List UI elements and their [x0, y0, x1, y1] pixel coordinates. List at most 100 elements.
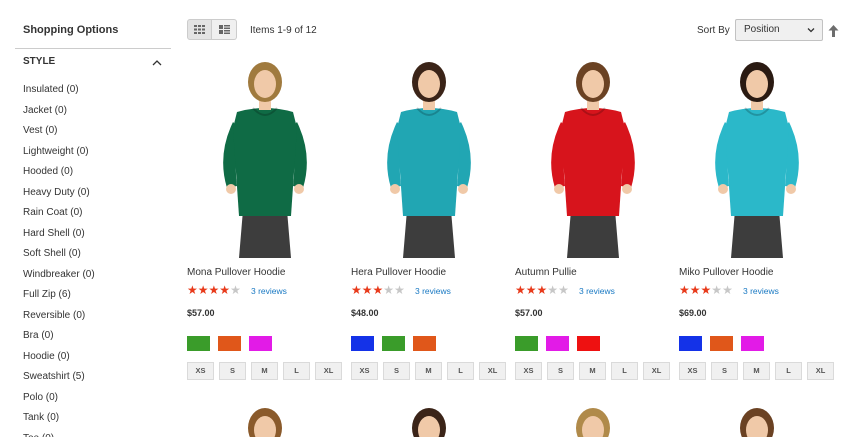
- product-image[interactable]: [515, 402, 671, 437]
- product-image[interactable]: [351, 402, 507, 437]
- style-filter-item[interactable]: Tee (0): [23, 433, 95, 437]
- reviews-link[interactable]: 3 reviews: [579, 286, 615, 296]
- style-filter-item[interactable]: Hooded (0): [23, 166, 95, 187]
- list-view-button[interactable]: [212, 19, 237, 40]
- size-swatches: XS S M L XL: [515, 362, 670, 380]
- size-swatch[interactable]: S: [383, 362, 410, 380]
- color-swatch[interactable]: [351, 336, 374, 351]
- sidebar: Shopping Options STYLE Insulated (0) Jack…: [0, 0, 171, 437]
- size-swatch[interactable]: XL: [315, 362, 342, 380]
- product-name-link[interactable]: Hera Pullover Hoodie: [351, 267, 446, 278]
- style-filter-item[interactable]: Sweatshirt (5): [23, 371, 95, 392]
- star-icon: ★: [219, 283, 231, 297]
- sidebar-divider: [15, 48, 171, 49]
- color-swatches: [679, 336, 764, 351]
- star-icon: ★: [230, 283, 241, 297]
- style-filter-item[interactable]: Lightweight (0): [23, 146, 95, 167]
- sort-by-select[interactable]: Position: [735, 19, 823, 41]
- reviews-link[interactable]: 3 reviews: [251, 286, 287, 296]
- size-swatch[interactable]: M: [743, 362, 770, 380]
- style-filter-item[interactable]: Jacket (0): [23, 105, 95, 126]
- star-icon: ★: [547, 283, 559, 297]
- size-swatch[interactable]: M: [251, 362, 278, 380]
- size-swatch[interactable]: XL: [643, 362, 670, 380]
- grid-view-button[interactable]: [187, 19, 212, 40]
- style-filter-header[interactable]: STYLE: [23, 56, 163, 70]
- color-swatch[interactable]: [679, 336, 702, 351]
- size-swatch[interactable]: L: [611, 362, 638, 380]
- size-swatch[interactable]: L: [447, 362, 474, 380]
- star-icon: ★: [383, 283, 395, 297]
- size-swatch[interactable]: XS: [351, 362, 378, 380]
- color-swatches: [515, 336, 600, 351]
- chevron-up-icon: [152, 60, 162, 66]
- rating-stars: ★ ★ ★ ★ ★: [351, 284, 405, 296]
- color-swatch[interactable]: [577, 336, 600, 351]
- style-filter-item[interactable]: Soft Shell (0): [23, 248, 95, 269]
- style-filter-item[interactable]: Vest (0): [23, 125, 95, 146]
- star-icon: ★: [372, 283, 384, 297]
- color-swatch[interactable]: [741, 336, 764, 351]
- product-image[interactable]: [351, 60, 507, 258]
- product-image[interactable]: [515, 60, 671, 258]
- style-filter-item[interactable]: Reversible (0): [23, 310, 95, 331]
- reviews-link[interactable]: 3 reviews: [415, 286, 451, 296]
- color-swatch[interactable]: [382, 336, 405, 351]
- style-filter-item[interactable]: Hoodie (0): [23, 351, 95, 372]
- star-icon: ★: [722, 283, 733, 297]
- size-swatch[interactable]: XL: [479, 362, 506, 380]
- product-image[interactable]: [679, 60, 835, 258]
- star-icon: ★: [525, 283, 537, 297]
- style-filter-item[interactable]: Tank (0): [23, 412, 95, 433]
- product-price: $57.00: [515, 308, 543, 318]
- reviews-link[interactable]: 3 reviews: [743, 286, 779, 296]
- color-swatch[interactable]: [187, 336, 210, 351]
- product-image[interactable]: [679, 402, 835, 437]
- star-icon: ★: [515, 283, 526, 297]
- style-filter-item[interactable]: Rain Coat (0): [23, 207, 95, 228]
- style-filter-item[interactable]: Windbreaker (0): [23, 269, 95, 290]
- rating-stars: ★ ★ ★ ★ ★: [515, 284, 569, 296]
- style-filter-item[interactable]: Full Zip (6): [23, 289, 95, 310]
- style-filter-item[interactable]: Polo (0): [23, 392, 95, 413]
- size-swatch[interactable]: S: [547, 362, 574, 380]
- color-swatch[interactable]: [413, 336, 436, 351]
- color-swatch[interactable]: [218, 336, 241, 351]
- sort-by-value: Position: [744, 24, 780, 35]
- product-image[interactable]: [187, 402, 343, 437]
- size-swatches: XS S M L XL: [187, 362, 342, 380]
- star-icon: ★: [394, 283, 405, 297]
- style-filter-item[interactable]: Heavy Duty (0): [23, 187, 95, 208]
- style-filter-item[interactable]: Hard Shell (0): [23, 228, 95, 249]
- size-swatches: XS S M L XL: [351, 362, 506, 380]
- color-swatch[interactable]: [546, 336, 569, 351]
- sort-direction-arrow-icon[interactable]: [828, 25, 839, 37]
- style-filter-item[interactable]: Insulated (0): [23, 84, 95, 105]
- product-name-link[interactable]: Autumn Pullie: [515, 267, 577, 278]
- star-icon: ★: [700, 283, 712, 297]
- grid-icon: [194, 25, 205, 34]
- size-swatch[interactable]: L: [775, 362, 802, 380]
- size-swatch[interactable]: XS: [515, 362, 542, 380]
- color-swatch[interactable]: [249, 336, 272, 351]
- product-image[interactable]: [187, 60, 343, 258]
- size-swatch[interactable]: S: [219, 362, 246, 380]
- color-swatch[interactable]: [710, 336, 733, 351]
- style-filter-item[interactable]: Bra (0): [23, 330, 95, 351]
- star-icon: ★: [536, 283, 548, 297]
- size-swatch[interactable]: XS: [187, 362, 214, 380]
- size-swatch[interactable]: M: [579, 362, 606, 380]
- product-name-link[interactable]: Mona Pullover Hoodie: [187, 267, 285, 278]
- items-count: Items 1-9 of 12: [250, 25, 317, 36]
- size-swatch[interactable]: XS: [679, 362, 706, 380]
- product-name-link[interactable]: Miko Pullover Hoodie: [679, 267, 774, 278]
- product-price: $48.00: [351, 308, 379, 318]
- size-swatch[interactable]: L: [283, 362, 310, 380]
- shopping-options-title: Shopping Options: [23, 24, 119, 36]
- size-swatch[interactable]: S: [711, 362, 738, 380]
- size-swatch[interactable]: M: [415, 362, 442, 380]
- size-swatch[interactable]: XL: [807, 362, 834, 380]
- star-icon: ★: [558, 283, 569, 297]
- chevron-down-icon: [807, 28, 815, 33]
- color-swatch[interactable]: [515, 336, 538, 351]
